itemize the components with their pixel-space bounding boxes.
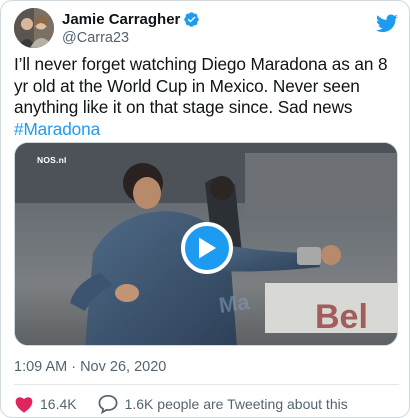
like-action[interactable]: 16.4K	[14, 395, 77, 413]
divider	[14, 384, 399, 385]
tweet-actions: 16.4K 1.6K people are Tweeting about thi…	[14, 393, 368, 415]
people-tweeting-text[interactable]: 1.6K people are Tweeting about this	[125, 396, 348, 412]
tweet-header: Jamie Carragher @Carra23	[14, 8, 399, 48]
like-count: 16.4K	[40, 396, 77, 412]
tweet-body-text: I’ll never forget watching Diego Maradon…	[14, 54, 388, 117]
twitter-bird-icon[interactable]	[375, 12, 399, 34]
tweet-text: I’ll never forget watching Diego Maradon…	[14, 54, 399, 140]
heart-icon[interactable]	[14, 395, 34, 413]
author-block[interactable]: Jamie Carragher @Carra23	[62, 10, 200, 46]
video-watermark: NOS.nl	[37, 155, 67, 165]
tweet-timestamp[interactable]: 1:09 AM · Nov 26, 2020	[14, 359, 166, 375]
conversation-action[interactable]: 1.6K people are Tweeting about this	[97, 394, 348, 414]
speech-bubble-icon[interactable]	[97, 394, 119, 414]
verified-badge-icon	[184, 12, 200, 27]
tweet-card[interactable]: Jamie Carragher @Carra23 I’ll never forg…	[0, 0, 410, 418]
author-handle[interactable]: @Carra23	[62, 30, 200, 46]
play-button[interactable]	[181, 222, 233, 274]
video-media[interactable]: Bel Ma NOS.nl	[14, 142, 398, 346]
play-icon	[199, 237, 216, 259]
hashtag-link[interactable]: #Maradona	[14, 119, 100, 139]
svg-text:Bel: Bel	[315, 298, 368, 336]
avatar[interactable]	[14, 8, 54, 48]
author-display-name[interactable]: Jamie Carragher	[62, 11, 180, 28]
svg-text:Ma: Ma	[217, 289, 252, 318]
